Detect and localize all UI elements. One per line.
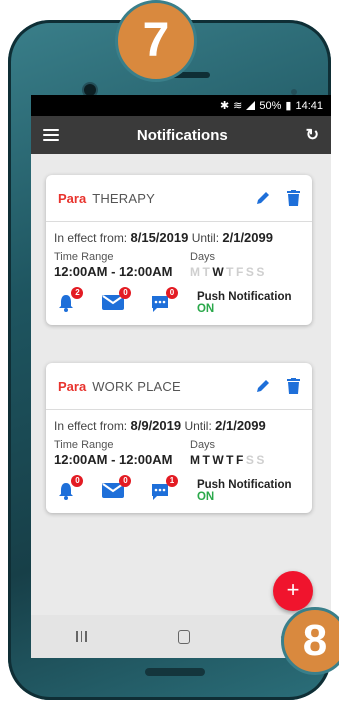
edit-icon[interactable] xyxy=(255,378,271,394)
push-notification-status[interactable]: Push Notification ON xyxy=(197,291,304,315)
card-name: WORK PLACE xyxy=(92,378,181,394)
push-notification-status[interactable]: Push Notification ON xyxy=(197,479,304,503)
days-list: MTWTFSS xyxy=(190,452,267,467)
day-letter: T xyxy=(202,265,211,279)
notification-card[interactable]: Para THERAPY In effect from: 8/15/2019 U… xyxy=(46,175,312,325)
add-notification-button[interactable]: + xyxy=(273,571,313,611)
signal-icon xyxy=(246,101,256,110)
card-tag: Para xyxy=(58,190,87,206)
day-letter: W xyxy=(212,453,225,467)
sms-count-badge: 1 xyxy=(165,475,178,487)
day-letter: S xyxy=(245,265,255,279)
recent-apps-icon[interactable] xyxy=(76,631,87,642)
day-letter: F xyxy=(236,265,244,279)
clock: 14:41 xyxy=(295,99,323,112)
alarm-count-badge: 0 xyxy=(71,475,84,487)
page-title: Notifications xyxy=(136,126,228,144)
app-bar: Notifications ↻ xyxy=(31,116,331,154)
day-letter: T xyxy=(226,265,235,279)
menu-icon[interactable] xyxy=(43,129,59,141)
time-range-label: Time Range xyxy=(54,251,114,263)
email-count-badge: 0 xyxy=(119,475,132,487)
delete-icon[interactable] xyxy=(287,378,300,394)
day-letter: M xyxy=(190,453,201,467)
day-letter: S xyxy=(256,453,265,467)
day-letter: S xyxy=(256,265,265,279)
wifi-icon: ≋ xyxy=(233,100,243,112)
sms-icon[interactable]: 0 xyxy=(150,287,178,313)
email-count-badge: 0 xyxy=(119,287,132,299)
push-state: ON xyxy=(196,303,215,315)
days-list: MTWTFSS xyxy=(190,264,267,279)
alarm-bell-icon[interactable]: 0 xyxy=(56,475,84,501)
home-icon[interactable] xyxy=(177,629,190,644)
sms-icon[interactable]: 1 xyxy=(150,475,178,501)
phone-bottom-grille xyxy=(145,668,205,676)
push-state: ON xyxy=(196,491,215,503)
day-letter: W xyxy=(212,265,225,279)
card-name: THERAPY xyxy=(92,190,156,206)
card-tag: Para xyxy=(58,378,87,394)
phone-screen: ✱ ≋ 50% ▮ 14:41 Notifications ↻ Para THE… xyxy=(31,95,331,658)
days-label: Days xyxy=(190,251,216,263)
email-icon[interactable]: 0 xyxy=(102,475,132,501)
effect-dates: In effect from: 8/9/2019 Until: 2/1/2099 xyxy=(54,418,266,433)
day-letter: T xyxy=(226,453,235,467)
battery-level: 50% xyxy=(259,99,282,112)
day-letter: M xyxy=(190,265,201,279)
step-badge-7: 7 xyxy=(115,0,197,82)
battery-icon: ▮ xyxy=(285,100,292,112)
time-range-label: Time Range xyxy=(54,439,114,451)
edit-icon[interactable] xyxy=(255,190,271,206)
day-letter: T xyxy=(202,453,211,467)
alarm-count-badge: 2 xyxy=(71,287,84,299)
days-label: Days xyxy=(190,439,216,451)
bluetooth-icon: ✱ xyxy=(219,100,230,112)
day-letter: S xyxy=(245,453,255,467)
time-range-value: 12:00AM - 12:00AM xyxy=(54,452,173,467)
alarm-bell-icon[interactable]: 2 xyxy=(56,287,84,313)
email-icon[interactable]: 0 xyxy=(102,287,132,313)
notification-card[interactable]: Para WORK PLACE In effect from: 8/9/2019… xyxy=(46,363,312,513)
refresh-icon[interactable]: ↻ xyxy=(306,125,319,145)
time-range-value: 12:00AM - 12:00AM xyxy=(54,264,173,279)
delete-icon[interactable] xyxy=(287,190,300,206)
status-bar: ✱ ≋ 50% ▮ 14:41 xyxy=(31,95,331,116)
effect-dates: In effect from: 8/15/2019 Until: 2/1/209… xyxy=(54,230,273,245)
sms-count-badge: 0 xyxy=(165,287,178,299)
day-letter: F xyxy=(236,453,244,467)
